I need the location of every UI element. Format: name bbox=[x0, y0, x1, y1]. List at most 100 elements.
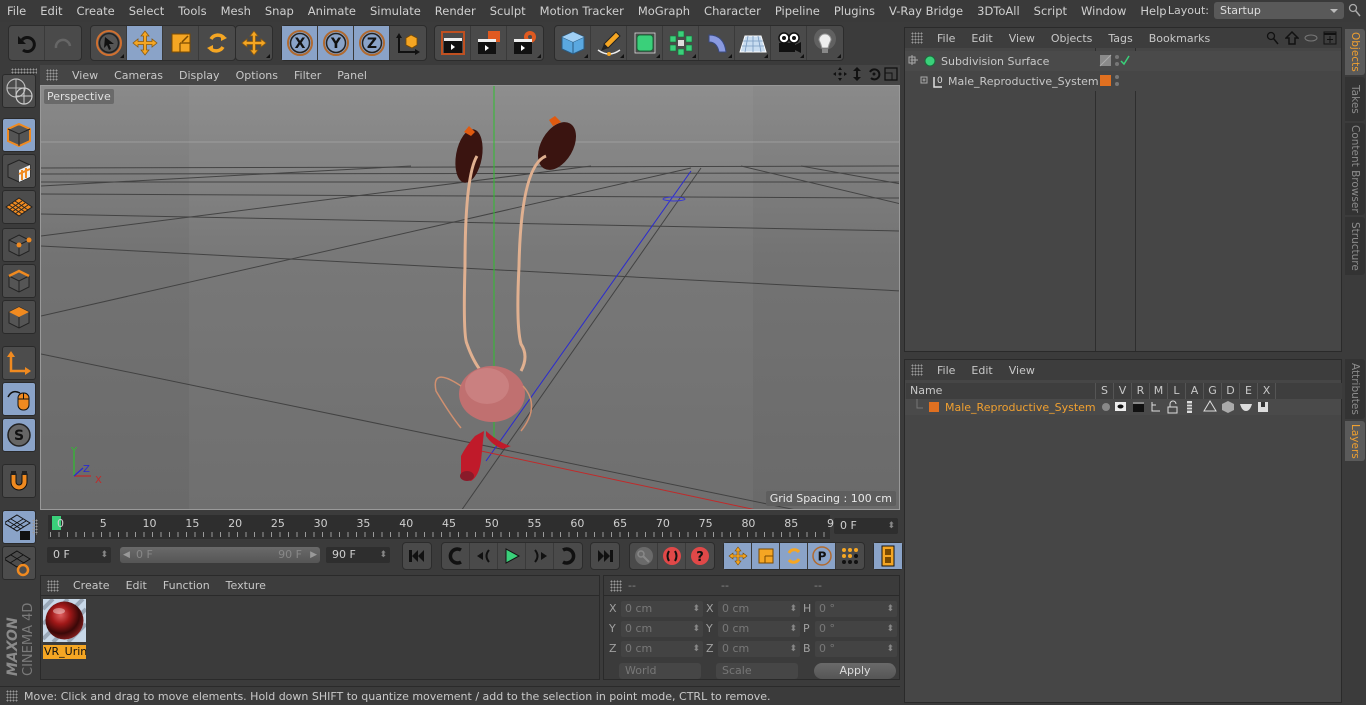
size-x-field[interactable]: 0 cm bbox=[718, 601, 800, 617]
rotation-b-field[interactable]: 0 ° bbox=[815, 641, 897, 657]
next-frame-button[interactable] bbox=[526, 543, 554, 569]
tab-objects[interactable]: Objects bbox=[1345, 29, 1365, 75]
coordinate-system-button[interactable] bbox=[390, 26, 426, 60]
key-position-button[interactable] bbox=[724, 543, 752, 569]
menu-select[interactable]: Select bbox=[122, 4, 171, 18]
rotate-tool-button[interactable] bbox=[199, 26, 235, 60]
undo-button[interactable] bbox=[9, 26, 45, 60]
floor-button[interactable] bbox=[735, 26, 771, 60]
preview-range-slider[interactable]: ◀ 0 F 90 F ▶ bbox=[120, 547, 320, 563]
x-axis-button[interactable]: X bbox=[282, 26, 318, 60]
planar-workplane-button[interactable] bbox=[2, 546, 36, 580]
scale-tool-button[interactable] bbox=[163, 26, 199, 60]
object-menu-objects[interactable]: Objects bbox=[1043, 32, 1101, 45]
render-settings-button[interactable] bbox=[507, 26, 543, 60]
go-to-start-button[interactable] bbox=[403, 543, 431, 569]
workplane-mode-button[interactable] bbox=[2, 190, 36, 224]
tab-layers[interactable]: Layers bbox=[1345, 421, 1365, 461]
solo-mode-button[interactable]: S bbox=[2, 418, 36, 452]
texture-mode-button[interactable] bbox=[2, 154, 36, 188]
pan-view-icon[interactable] bbox=[833, 67, 847, 81]
rotation-p-field[interactable]: 0 ° bbox=[815, 621, 897, 637]
layer-menu-edit[interactable]: Edit bbox=[963, 364, 1000, 377]
model-mode-button[interactable] bbox=[2, 118, 36, 152]
menu-render[interactable]: Render bbox=[428, 4, 483, 18]
layout-dropdown[interactable]: Startup bbox=[1214, 2, 1344, 19]
go-to-end-button[interactable] bbox=[591, 543, 619, 569]
search-icon[interactable] bbox=[1348, 3, 1362, 17]
layer-toggle-icons[interactable] bbox=[1100, 399, 1280, 415]
column-solo[interactable]: S bbox=[1096, 383, 1114, 399]
rotate-view-icon[interactable] bbox=[867, 67, 881, 81]
position-y-field[interactable]: 0 cm bbox=[621, 621, 703, 637]
column-view[interactable]: V bbox=[1114, 383, 1132, 399]
previous-key-button[interactable] bbox=[442, 543, 470, 569]
menu-window[interactable]: Window bbox=[1074, 4, 1133, 18]
rotation-h-field[interactable]: 0 ° bbox=[815, 601, 897, 617]
play-button[interactable] bbox=[498, 543, 526, 569]
recent-tool-button[interactable] bbox=[236, 26, 272, 60]
object-menu-view[interactable]: View bbox=[1001, 32, 1043, 45]
render-picture-viewer-button[interactable] bbox=[471, 26, 507, 60]
z-axis-button[interactable]: Z bbox=[354, 26, 390, 60]
column-animation[interactable]: A bbox=[1186, 383, 1204, 399]
viewport-menu-panel[interactable]: Panel bbox=[329, 69, 375, 82]
record-active-objects-button[interactable] bbox=[658, 543, 686, 569]
layer-row[interactable]: Male_Reproductive_System bbox=[905, 399, 1341, 415]
edges-mode-button[interactable] bbox=[2, 264, 36, 298]
object-menu-bookmarks[interactable]: Bookmarks bbox=[1141, 32, 1218, 45]
layer-name[interactable]: Male_Reproductive_System bbox=[945, 401, 1096, 414]
bend-deformer-button[interactable] bbox=[699, 26, 735, 60]
position-x-field[interactable]: 0 cm bbox=[621, 601, 703, 617]
maximize-view-icon[interactable] bbox=[884, 67, 898, 81]
next-key-button[interactable] bbox=[554, 543, 582, 569]
home-icon[interactable] bbox=[1285, 31, 1299, 45]
size-mode-select[interactable]: Scale bbox=[716, 663, 798, 679]
object-row-male-reproductive-system[interactable]: 0 Male_Reproductive_System bbox=[905, 71, 1341, 91]
column-generators[interactable]: G bbox=[1204, 383, 1222, 399]
column-expressions[interactable]: E bbox=[1240, 383, 1258, 399]
key-pla-button[interactable] bbox=[836, 543, 864, 569]
key-parameter-button[interactable]: P bbox=[808, 543, 836, 569]
menu-snap[interactable]: Snap bbox=[258, 4, 301, 18]
menu-plugins[interactable]: Plugins bbox=[827, 4, 882, 18]
menu-edit[interactable]: Edit bbox=[33, 4, 69, 18]
coordinate-mode-select[interactable]: World bbox=[619, 663, 701, 679]
menu-tools[interactable]: Tools bbox=[171, 4, 213, 18]
panel-grip[interactable] bbox=[911, 32, 923, 44]
timeline-window-button[interactable] bbox=[874, 543, 902, 569]
column-locked[interactable]: L bbox=[1168, 383, 1186, 399]
object-menu-tags[interactable]: Tags bbox=[1100, 32, 1140, 45]
current-frame-field[interactable]: 0 F bbox=[834, 518, 898, 534]
menu-file[interactable]: File bbox=[0, 4, 33, 18]
viewport-menu-options[interactable]: Options bbox=[228, 69, 286, 82]
menu-pipeline[interactable]: Pipeline bbox=[768, 4, 827, 18]
zoom-view-icon[interactable] bbox=[850, 67, 864, 81]
column-xref[interactable]: X bbox=[1258, 383, 1276, 399]
object-row-subdivision-surface[interactable]: Subdivision Surface bbox=[905, 51, 1341, 71]
new-window-icon[interactable] bbox=[1323, 31, 1337, 45]
viewport-menu-cameras[interactable]: Cameras bbox=[106, 69, 171, 82]
key-scale-button[interactable] bbox=[752, 543, 780, 569]
redo-button[interactable] bbox=[45, 26, 81, 60]
camera-button[interactable] bbox=[771, 26, 807, 60]
menu-motion-tracker[interactable]: Motion Tracker bbox=[533, 4, 631, 18]
subdivision-surface-button[interactable] bbox=[627, 26, 663, 60]
size-y-field[interactable]: 0 cm bbox=[718, 621, 800, 637]
column-manager[interactable]: M bbox=[1150, 383, 1168, 399]
size-z-field[interactable]: 0 cm bbox=[718, 641, 800, 657]
key-rotation-button[interactable] bbox=[780, 543, 808, 569]
render-view-button[interactable] bbox=[435, 26, 471, 60]
axis-mode-button[interactable] bbox=[2, 346, 36, 380]
eye-icon[interactable] bbox=[1304, 31, 1318, 45]
tab-structure[interactable]: Structure bbox=[1345, 217, 1365, 275]
layer-menu-view[interactable]: View bbox=[1001, 364, 1043, 377]
autokeying-button[interactable]: ? bbox=[686, 543, 714, 569]
locked-workplane-button[interactable] bbox=[2, 510, 36, 544]
menu-vray-bridge[interactable]: V-Ray Bridge bbox=[882, 4, 970, 18]
tab-attributes[interactable]: Attributes bbox=[1345, 359, 1365, 419]
polygons-mode-button[interactable] bbox=[2, 300, 36, 334]
viewport-menu-display[interactable]: Display bbox=[171, 69, 228, 82]
object-menu-edit[interactable]: Edit bbox=[963, 32, 1000, 45]
points-mode-button[interactable] bbox=[2, 228, 36, 262]
